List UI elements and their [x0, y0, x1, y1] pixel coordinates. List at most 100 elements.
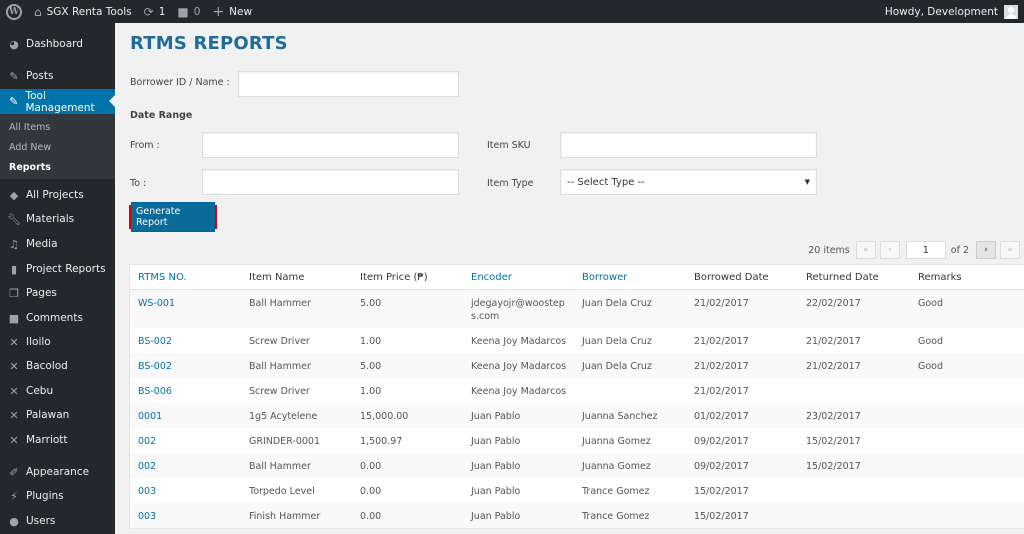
- sidebar-item-posts[interactable]: ✎ Posts: [0, 64, 115, 88]
- sidebar-item-users[interactable]: ● Users: [0, 509, 115, 533]
- cell-item-name: Ball Hammer: [249, 298, 311, 309]
- total-pages: of 2: [950, 244, 969, 256]
- cell-item-name: GRINDER-0001: [249, 436, 321, 447]
- sidebar-item-label: All Projects: [26, 189, 84, 201]
- first-page-button[interactable]: «: [855, 241, 876, 259]
- table-body: WS-001 Ball Hammer 5.00 jdegayojr@woosteps.…: [130, 290, 1024, 528]
- sidebar-item-tool-management[interactable]: ✎ Tool Management: [0, 89, 115, 114]
- sidebar-item-iloilo[interactable]: ✕ Iloilo: [0, 330, 115, 354]
- sidebar-item-materials[interactable]: 🔧︎ Materials: [0, 207, 115, 231]
- next-page-button[interactable]: ›: [976, 241, 996, 259]
- borrower-label: Borrower ID / Name :: [130, 77, 230, 88]
- cell-item-name: Finish Hammer: [249, 511, 321, 522]
- cell-borrowed-date: 21/02/2017: [694, 336, 749, 347]
- sidebar-item-all-projects[interactable]: ◆ All Projects: [0, 183, 115, 207]
- sidebar-item-cebu[interactable]: ✕ Cebu: [0, 379, 115, 403]
- column-header-remarks: Remarks: [918, 272, 962, 283]
- borrower-input[interactable]: [238, 71, 459, 97]
- cell-borrowed-date: 01/02/2017: [694, 411, 749, 422]
- sidebar-item-label: Dashboard: [26, 38, 83, 50]
- submenu-reports[interactable]: Reports: [9, 162, 51, 173]
- cell-returned-date: 21/02/2017: [806, 336, 861, 347]
- cell-returned-date: 15/02/2017: [806, 461, 861, 472]
- cell-remarks: [910, 378, 1010, 403]
- cell-rtms-no[interactable]: 003: [130, 503, 241, 528]
- generate-report-button[interactable]: Generate Report: [129, 202, 217, 232]
- plus-icon: +: [212, 3, 225, 20]
- cell-borrower: Juan Dela Cruz: [582, 298, 652, 309]
- tag-icon: ◆: [9, 188, 19, 202]
- sidebar-item-pages[interactable]: ❐ Pages: [0, 281, 115, 305]
- table-row: 002 GRINDER-0001 1,500.97 Juan Pablo Juanna …: [130, 428, 1024, 453]
- last-page-button[interactable]: »: [1000, 241, 1020, 259]
- admin-sidebar: ◕ Dashboard ✎ Posts ✎ Tool Management Al…: [0, 23, 115, 534]
- updates-count: 1: [158, 5, 166, 18]
- cell-borrowed-date: 21/02/2017: [694, 361, 749, 372]
- comments-link[interactable]: ■ 0: [171, 0, 206, 23]
- sidebar-item-project-reports[interactable]: ▮ Project Reports: [0, 257, 115, 281]
- cell-rtms-no[interactable]: 003: [130, 478, 241, 503]
- wordpress-menu[interactable]: W: [0, 0, 28, 23]
- cell-rtms-no[interactable]: BS-006: [130, 378, 241, 403]
- cell-encoder: Keena Joy Madarcos: [471, 336, 567, 347]
- my-account-link[interactable]: Howdy, Development: [879, 0, 1024, 23]
- site-name-link[interactable]: ⌂ SGX Renta Tools: [28, 0, 138, 23]
- sidebar-item-bacolod[interactable]: ✕ Bacolod: [0, 354, 115, 378]
- sidebar-item-label: Iloilo: [26, 336, 51, 348]
- sidebar-item-comments[interactable]: ■ Comments: [0, 306, 115, 330]
- item-type-select[interactable]: -- Select Type -- ▼: [560, 169, 817, 195]
- cell-item-price: 0.00: [360, 511, 382, 522]
- column-header-encoder[interactable]: Encoder: [463, 265, 574, 289]
- cell-rtms-no[interactable]: 0001: [130, 403, 241, 428]
- to-label: To :: [130, 178, 147, 189]
- submenu-all-items[interactable]: All Items: [9, 122, 50, 133]
- cell-encoder: Juan Pablo: [471, 461, 521, 472]
- cell-item-name: Ball Hammer: [249, 361, 311, 372]
- sidebar-item-label: Cebu: [26, 385, 54, 397]
- generate-report-label: Generate Report: [131, 202, 215, 232]
- sidebar-item-label: Users: [26, 515, 56, 527]
- new-content-link[interactable]: + New: [206, 0, 258, 23]
- prev-page-button[interactable]: ‹: [879, 241, 900, 259]
- sidebar-item-media[interactable]: ♫ Media: [0, 232, 115, 256]
- plugin-icon: ⚡︎: [10, 489, 18, 503]
- sidebar-item-palawan[interactable]: ✕ Palawan: [0, 403, 115, 427]
- table-row: 003 Torpedo Level 0.00 Juan Pablo Trance Gom…: [130, 478, 1024, 503]
- from-date-input[interactable]: [202, 132, 459, 158]
- column-header-borrower[interactable]: Borrower: [574, 265, 686, 289]
- table-row: 0001 1g5 Acytelene 15,000.00 Juan Pablo Juan…: [130, 403, 1024, 428]
- cell-rtms-no[interactable]: WS-001: [130, 290, 241, 328]
- cell-remarks: [910, 403, 1010, 428]
- sidebar-item-marriott[interactable]: ✕ Marriott: [0, 428, 115, 452]
- cell-rtms-no[interactable]: BS-002: [130, 353, 241, 378]
- item-type-label: Item Type: [487, 178, 534, 189]
- cell-rtms-no[interactable]: 002: [130, 453, 241, 478]
- chevron-down-icon: ▼: [804, 178, 810, 186]
- column-header-rtms-no[interactable]: RTMS NO.: [130, 265, 241, 289]
- item-sku-input[interactable]: [560, 132, 817, 158]
- cell-returned-date: 21/02/2017: [806, 361, 861, 372]
- cell-rtms-no[interactable]: 002: [130, 428, 241, 453]
- sidebar-item-dashboard[interactable]: ◕ Dashboard: [0, 32, 115, 56]
- cell-item-price: 1.00: [360, 386, 382, 397]
- cell-item-name: Ball Hammer: [249, 461, 311, 472]
- cell-remarks: Good: [918, 298, 944, 309]
- submenu-add-new[interactable]: Add New: [9, 142, 51, 153]
- sidebar-item-label: Plugins: [26, 490, 64, 502]
- cell-borrower: [574, 378, 686, 403]
- current-page-input[interactable]: 1: [905, 241, 946, 259]
- table-row: BS-002 Ball Hammer 5.00 Keena Joy Madarcos J…: [130, 353, 1024, 378]
- table-row: 003 Finish Hammer 0.00 Juan Pablo Trance Gom…: [130, 503, 1024, 528]
- cell-returned-date: 23/02/2017: [806, 411, 861, 422]
- to-date-input[interactable]: [202, 169, 459, 195]
- cell-encoder: jdegayojr@woosteps.com: [471, 298, 565, 322]
- sidebar-item-label: Bacolod: [26, 360, 68, 372]
- item-sku-label: Item SKU: [487, 140, 531, 151]
- cell-encoder: Juan Pablo: [471, 411, 521, 422]
- sidebar-item-plugins[interactable]: ⚡︎ Plugins: [0, 484, 115, 508]
- sidebar-item-appearance[interactable]: ✐ Appearance: [0, 460, 115, 484]
- cell-rtms-no[interactable]: BS-002: [130, 328, 241, 353]
- cell-borrower: Trance Gomez: [582, 511, 650, 522]
- cell-borrower: Juanna Sanchez: [582, 411, 658, 422]
- updates-link[interactable]: ⟳ 1: [138, 0, 172, 23]
